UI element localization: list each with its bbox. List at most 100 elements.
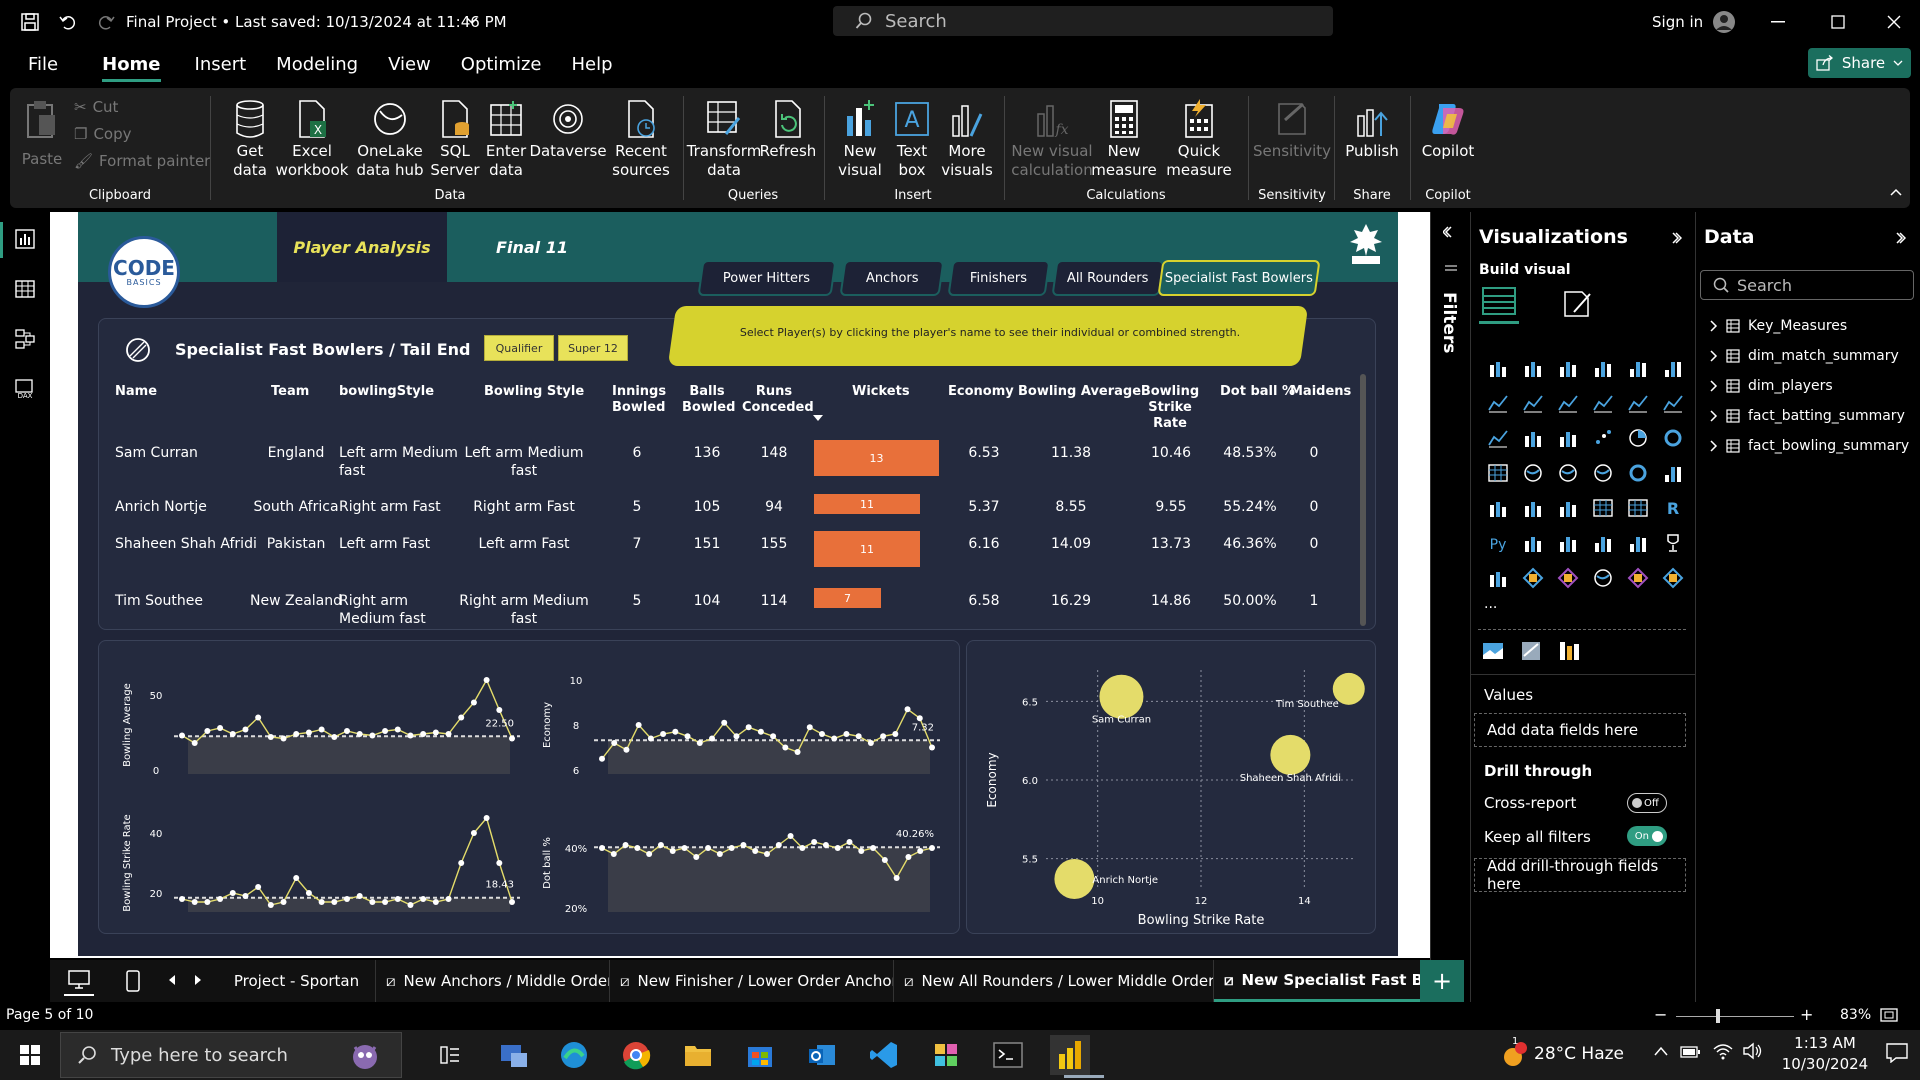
data-point[interactable] <box>684 733 691 740</box>
data-search-input[interactable]: Search <box>1700 270 1914 300</box>
card-icon[interactable] <box>1655 455 1690 490</box>
data-point[interactable] <box>646 851 653 857</box>
data-point[interactable] <box>622 842 629 848</box>
data-point[interactable] <box>267 902 274 908</box>
ribbon-chart-icon[interactable] <box>1480 420 1515 455</box>
zoom-out-icon[interactable]: − <box>1654 1005 1667 1024</box>
data-point[interactable] <box>893 875 900 881</box>
data-point[interactable] <box>929 845 935 851</box>
vscode-icon[interactable] <box>864 1035 904 1075</box>
col-header-team[interactable]: Team <box>271 384 309 400</box>
sort-desc-icon[interactable] <box>813 415 823 421</box>
data-point[interactable] <box>757 728 764 735</box>
avatar-icon[interactable] <box>1710 8 1738 36</box>
data-point[interactable] <box>483 815 490 821</box>
data-point[interactable] <box>483 677 490 683</box>
menu-view[interactable]: View <box>375 44 444 84</box>
zoom-slider-thumb[interactable] <box>1716 1009 1720 1023</box>
data-table-item[interactable]: fact_batting_summary <box>1710 408 1905 424</box>
data-point[interactable] <box>657 842 664 848</box>
page-tab-finisher[interactable]: ⧄ New Finisher / Lower Order Anchor <box>610 960 894 1002</box>
gauge-icon[interactable] <box>1620 455 1655 490</box>
data-table-item[interactable]: dim_match_summary <box>1710 348 1899 364</box>
sql-server-button[interactable]: SQL Server <box>430 96 480 180</box>
data-point[interactable] <box>728 845 735 851</box>
chevron-left-icon[interactable] <box>1443 226 1453 238</box>
data-point[interactable] <box>255 714 262 721</box>
model-view-icon[interactable] <box>12 326 38 352</box>
data-point[interactable] <box>191 740 198 746</box>
data-point[interactable] <box>709 735 715 742</box>
maximize-icon[interactable] <box>1828 12 1848 32</box>
menu-modeling[interactable]: Modeling <box>263 44 371 84</box>
data-point[interactable] <box>229 731 236 737</box>
segment-all-rounders[interactable]: All Rounders <box>1051 260 1165 296</box>
decomposition-icon[interactable] <box>1558 640 1580 662</box>
power-apps-icon[interactable] <box>1515 560 1550 595</box>
scatter-bubble[interactable] <box>1054 859 1095 899</box>
kpi-icon[interactable] <box>1515 490 1550 525</box>
segment-power-hitters[interactable]: Power Hitters <box>697 260 837 296</box>
onelake-button[interactable]: OneLake data hub <box>350 96 430 180</box>
data-point[interactable] <box>916 715 923 722</box>
collapse-viz-icon[interactable] <box>1672 232 1682 244</box>
col-header-bowling-average[interactable]: Bowling Average <box>1018 384 1141 400</box>
prev-page-icon[interactable] <box>168 974 176 986</box>
menu-insert[interactable]: Insert <box>182 44 260 84</box>
economy-chart[interactable]: Economy 6 8 10 7.32 <box>532 660 952 788</box>
stacked-bar-icon[interactable] <box>1480 350 1515 385</box>
dax-query-view-icon[interactable]: DAX <box>10 376 40 402</box>
data-point[interactable] <box>331 734 338 740</box>
format-painter-button[interactable]: 🖌 Format painter <box>74 152 210 170</box>
data-point[interactable] <box>509 899 515 905</box>
copilot-button[interactable]: Copilot <box>1416 96 1480 161</box>
data-point[interactable] <box>356 731 363 737</box>
data-point[interactable] <box>242 726 249 733</box>
sensitivity-button[interactable]: Sensitivity <box>1253 96 1331 161</box>
recent-sources-button[interactable]: Recent sources <box>606 96 676 180</box>
player-name[interactable]: Anrich Nortje <box>115 498 265 516</box>
data-point[interactable] <box>267 734 274 740</box>
dot-ball-chart[interactable]: Dot ball % 20% 40% 40.26% <box>532 798 952 926</box>
report-view-icon[interactable] <box>12 226 38 252</box>
stage-pill-qualifier[interactable]: Qualifier <box>484 335 554 361</box>
bowling-average-chart[interactable]: Bowling Average 0 50 22.50 <box>112 660 532 788</box>
player-name[interactable]: Tim Southee <box>115 592 265 610</box>
col-header-bowling-style[interactable]: Bowling Style <box>484 384 584 400</box>
clock[interactable]: 1:13 AM 10/30/2024 <box>1780 1033 1870 1075</box>
data-point[interactable] <box>432 729 439 736</box>
collapse-data-icon[interactable] <box>1896 232 1906 244</box>
data-point[interactable] <box>318 899 325 905</box>
new-visual-calculation-button[interactable]: fx New visual calculation <box>1010 96 1094 180</box>
player-name[interactable]: Sam Curran <box>115 444 265 462</box>
segment-finishers[interactable]: Finishers <box>947 260 1051 296</box>
edge-browser-icon[interactable] <box>554 1035 594 1075</box>
slicer-icon[interactable] <box>1550 490 1585 525</box>
col-header-maidens[interactable]: Maidens <box>1290 384 1351 400</box>
narrative-icon[interactable] <box>1620 525 1655 560</box>
refresh-button[interactable]: Refresh <box>760 96 816 161</box>
new-measure-button[interactable]: New measure <box>1091 96 1157 180</box>
drill-through-drop-zone[interactable]: Add drill-through fields here <box>1474 857 1686 893</box>
table-view-icon[interactable] <box>12 276 38 302</box>
zoom-slider[interactable] <box>1676 1016 1794 1017</box>
data-point[interactable] <box>611 740 618 746</box>
data-point[interactable] <box>496 707 503 713</box>
economy-vs-strike-rate-scatter[interactable]: 10 12 14 5.5 6.0 6.5 Bowling Strike Rate Econom… <box>976 650 1370 930</box>
filters-pane[interactable]: Filters <box>1430 212 1470 1012</box>
stacked-column-icon[interactable] <box>1515 350 1550 385</box>
fit-page-icon[interactable] <box>1880 1008 1898 1022</box>
desktop-layout-icon[interactable] <box>64 966 94 996</box>
data-point[interactable] <box>799 845 806 851</box>
data-point[interactable] <box>716 851 723 857</box>
more-visuals-button[interactable]: More visuals <box>938 96 996 180</box>
data-point[interactable] <box>775 842 782 848</box>
clustered-column-icon[interactable] <box>1585 350 1620 385</box>
data-point[interactable] <box>407 732 414 739</box>
data-point[interactable] <box>420 731 427 737</box>
cut-button[interactable]: ✂ Cut <box>74 98 118 116</box>
line-chart-icon[interactable] <box>1480 385 1515 420</box>
data-point[interactable] <box>356 893 363 899</box>
table-icon[interactable] <box>1585 490 1620 525</box>
data-point[interactable] <box>432 899 439 905</box>
